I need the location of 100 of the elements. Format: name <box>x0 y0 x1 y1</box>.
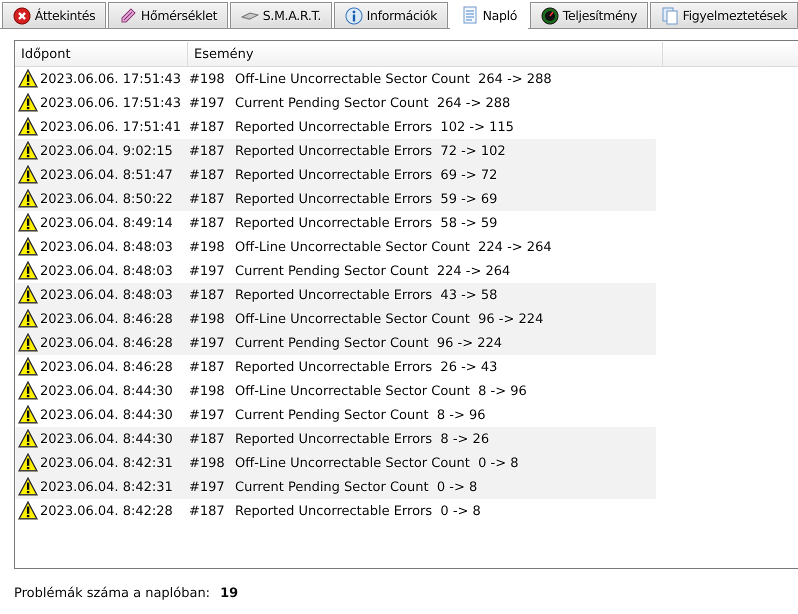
tab[interactable]: Információk <box>334 2 448 28</box>
table-row[interactable]: 2023.06.04. 8:44:30 #198 Off-Line Uncorrectable Sector Count 8 -> 96 <box>15 379 656 403</box>
table-cell: 2023.06.04. 9:02:15 <box>40 144 173 158</box>
table-row[interactable]: 2023.06.04. 8:48:03 #197 Current Pending Sector Count 224 -> 264 <box>15 259 656 283</box>
table-cell-text: #187 <box>189 120 226 134</box>
table-cell: 2023.06.04. 8:48:03 <box>40 288 173 302</box>
table-row[interactable]: 2023.06.04. 8:42:28 #187 Reported Uncorrectable Errors 0 -> 8 <box>15 499 656 523</box>
table-row[interactable]: 2023.06.04. 8:48:03 #187 Reported Uncorrectable Errors 43 -> 58 <box>15 283 656 307</box>
table-cell: Current Pending Sector Count 0 -> 8 <box>235 480 478 494</box>
warning-icon <box>18 237 38 257</box>
warning-icon <box>18 285 38 305</box>
table-cell: 2023.06.04. 8:49:14 <box>40 216 173 230</box>
table-row[interactable]: 2023.06.04. 8:48:03 #198 Off-Line Uncorrectable Sector Count 224 -> 264 <box>15 235 656 259</box>
warning-icon <box>18 453 38 473</box>
table-cell: Off-Line Uncorrectable Sector Count 264 -> 288 <box>235 72 552 86</box>
table-row[interactable]: 2023.06.04. 8:49:14 #187 Reported Uncorrectable Errors 58 -> 59 <box>15 211 656 235</box>
table-cell: 2023.06.04. 8:42:31 <box>40 456 173 470</box>
warning-icon <box>18 93 38 113</box>
table-cell: Off-Line Uncorrectable Sector Count 0 -> 8 <box>235 456 519 470</box>
table-row[interactable]: 2023.06.06. 17:51:41 #187 Reported Uncorrectable Errors 102 -> 115 <box>15 115 656 139</box>
table-cell: Current Pending Sector Count 224 -> 264 <box>235 264 510 278</box>
table-cell: Current Pending Sector Count 8 -> 96 <box>235 408 486 422</box>
table-row[interactable]: 2023.06.04. 8:46:28 #187 Reported Uncorrectable Errors 26 -> 43 <box>15 355 656 379</box>
table-cell: Off-Line Uncorrectable Sector Count 8 -> 96 <box>235 384 527 398</box>
table-cell-text: #197 <box>189 408 226 422</box>
document-icon <box>460 6 479 24</box>
table-row[interactable]: 2023.06.04. 8:44:30 #197 Current Pending Sector Count 8 -> 96 <box>15 403 656 427</box>
footer-label: Problémák száma a naplóban: <box>14 586 210 601</box>
table-cell-text: #187 <box>189 168 226 182</box>
table-cell: 2023.06.04. 8:50:22 <box>40 192 173 206</box>
warning-icon <box>18 381 38 401</box>
table-cell: 2023.06.04. 8:51:47 <box>40 168 173 182</box>
warning-icon <box>18 69 38 89</box>
table-cell: Current Pending Sector Count 96 -> 224 <box>235 336 502 350</box>
table-row[interactable]: 2023.06.04. 8:46:28 #198 Off-Line Uncorrectable Sector Count 96 -> 224 <box>15 307 656 331</box>
table-row[interactable]: 2023.06.06. 17:51:43 #197 Current Pending Sector Count 264 -> 288 <box>15 91 656 115</box>
table-cell-text: #198 <box>189 456 226 470</box>
table-cell: Off-Line Uncorrectable Sector Count 224 -> 264 <box>235 240 552 254</box>
table-cell: 2023.06.04. 8:44:30 <box>40 384 173 398</box>
table-row[interactable]: 2023.06.04. 8:46:28 #197 Current Pending Sector Count 96 -> 224 <box>15 331 656 355</box>
error-icon <box>12 6 31 24</box>
tab[interactable]: Teljesítmény <box>530 2 648 28</box>
warning-icon <box>18 141 38 161</box>
table-cell-text: #187 <box>189 192 226 206</box>
tab[interactable]: S.M.A.R.T. <box>230 2 332 28</box>
table-cell: Reported Uncorrectable Errors 59 -> 69 <box>235 192 498 206</box>
table-row[interactable]: 2023.06.04. 8:44:30 #187 Reported Uncorrectable Errors 8 -> 26 <box>15 427 656 451</box>
table-cell: Reported Uncorrectable Errors 43 -> 58 <box>235 288 498 302</box>
table-cell: 2023.06.04. 8:46:28 <box>40 360 173 374</box>
documents-icon <box>660 6 679 24</box>
table-cell: 2023.06.04. 8:44:30 <box>40 432 173 446</box>
column-header[interactable]: Időpont <box>15 42 188 66</box>
table-cell-text: #187 <box>189 432 226 446</box>
table-cell: Reported Uncorrectable Errors 26 -> 43 <box>235 360 498 374</box>
problem-count: 19 <box>220 586 238 601</box>
table-cell-text: #187 <box>189 216 226 230</box>
table-cell-text: #187 <box>189 144 226 158</box>
warning-icon <box>18 213 38 233</box>
table-cell: Reported Uncorrectable Errors 69 -> 72 <box>235 168 498 182</box>
table-cell-text: #197 <box>189 336 226 350</box>
warning-icon <box>18 333 38 353</box>
table-cell-text: #198 <box>189 240 226 254</box>
table-cell: 2023.06.06. 17:51:43 <box>40 72 182 86</box>
warning-icon <box>18 189 38 209</box>
table-cell: 2023.06.04. 8:46:28 <box>40 336 173 350</box>
table-cell: 2023.06.04. 8:48:03 <box>40 240 173 254</box>
table-row[interactable]: 2023.06.06. 17:51:43 #198 Off-Line Uncorrectable Sector Count 264 -> 288 <box>15 67 656 91</box>
tab[interactable]: Hőmérséklet <box>108 2 228 28</box>
table-cell: Reported Uncorrectable Errors 72 -> 102 <box>235 144 506 158</box>
warning-icon <box>18 405 38 425</box>
table-cell-text: #198 <box>189 384 226 398</box>
table-cell-text: #197 <box>189 480 226 494</box>
table-cell: 2023.06.04. 8:42:31 <box>40 480 173 494</box>
warning-icon <box>18 501 38 521</box>
table-row[interactable]: 2023.06.04. 8:51:47 #187 Reported Uncorrectable Errors 69 -> 72 <box>15 163 656 187</box>
table-cell: 2023.06.04. 8:48:03 <box>40 264 173 278</box>
warning-icon <box>18 117 38 137</box>
table-row[interactable]: 2023.06.04. 8:42:31 #197 Current Pending Sector Count 0 -> 8 <box>15 475 656 499</box>
table-cell: Reported Uncorrectable Errors 0 -> 8 <box>235 504 481 518</box>
table-cell-text: #198 <box>189 72 226 86</box>
table-row[interactable]: 2023.06.04. 9:02:15 #187 Reported Uncorrectable Errors 72 -> 102 <box>15 139 656 163</box>
info-icon <box>344 6 363 24</box>
column-header[interactable]: Esemény <box>188 42 663 66</box>
table-cell: Reported Uncorrectable Errors 102 -> 115 <box>235 120 514 134</box>
table-row[interactable]: 2023.06.04. 8:42:31 #198 Off-Line Uncorrectable Sector Count 0 -> 8 <box>15 451 656 475</box>
warning-icon <box>18 477 38 497</box>
table-cell-text: #197 <box>189 96 226 110</box>
warning-icon <box>18 357 38 377</box>
table-cell: 2023.06.04. 8:46:28 <box>40 312 173 326</box>
table-cell: Current Pending Sector Count 264 -> 288 <box>235 96 510 110</box>
table-cell-text: #187 <box>189 288 226 302</box>
warning-icon <box>18 261 38 281</box>
table-cell: 2023.06.06. 17:51:41 <box>40 120 182 134</box>
tab[interactable]: Áttekintés <box>2 2 106 28</box>
table-cell: Off-Line Uncorrectable Sector Count 96 -> 224 <box>235 312 544 326</box>
table-cell: 2023.06.04. 8:44:30 <box>40 408 173 422</box>
gauge-icon <box>540 6 559 24</box>
table-cell-text: #197 <box>189 264 226 278</box>
table-row[interactable]: 2023.06.04. 8:50:22 #187 Reported Uncorrectable Errors 59 -> 69 <box>15 187 656 211</box>
tab[interactable]: Figyelmeztetések <box>650 2 798 28</box>
